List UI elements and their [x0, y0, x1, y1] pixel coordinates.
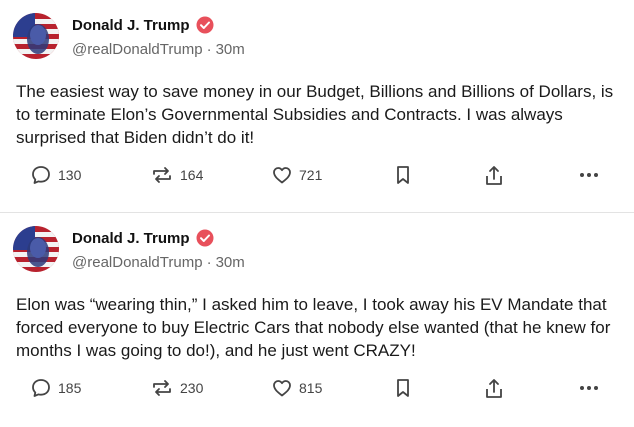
like-button[interactable]: 815: [271, 377, 322, 399]
bookmark-icon: [393, 164, 413, 186]
separator: ·: [206, 41, 212, 58]
separator: ·: [206, 254, 212, 271]
bookmark-icon: [393, 377, 413, 399]
reply-icon: [30, 377, 52, 399]
bookmark-button[interactable]: [393, 164, 413, 186]
share-button[interactable]: [483, 164, 505, 188]
reply-button[interactable]: 130: [30, 164, 81, 186]
repost-button[interactable]: 164: [150, 164, 203, 186]
reply-count: 185: [58, 380, 82, 396]
more-button[interactable]: [578, 377, 600, 399]
reply-count: 130: [58, 167, 82, 183]
share-icon: [483, 164, 505, 188]
repost-count: 164: [180, 167, 204, 183]
action-bar: 130 164 721: [0, 164, 634, 192]
action-bar: 185 230 815: [0, 377, 634, 405]
more-icon: [578, 377, 600, 399]
post: Donald J. Trump @realDonaldTrump · 30m Elo…: [0, 212, 634, 424]
author-name[interactable]: Donald J. Trump: [72, 229, 214, 247]
more-button[interactable]: [578, 164, 600, 186]
handle-row: @realDonaldTrump · 30m: [72, 254, 245, 271]
feed: Donald J. Trump @realDonaldTrump · 30m The…: [0, 0, 634, 427]
repost-button[interactable]: 230: [150, 377, 203, 399]
like-button[interactable]: 721: [271, 164, 322, 186]
timestamp[interactable]: 30m: [216, 254, 245, 271]
handle[interactable]: @realDonaldTrump: [72, 41, 203, 58]
like-icon: [271, 377, 293, 399]
handle-row: @realDonaldTrump · 30m: [72, 41, 245, 58]
repost-icon: [150, 164, 174, 186]
verified-badge-icon: [196, 229, 214, 247]
author-label: Donald J. Trump: [72, 16, 190, 34]
share-icon: [483, 377, 505, 401]
avatar[interactable]: [13, 226, 59, 272]
timestamp[interactable]: 30m: [216, 41, 245, 58]
author-name[interactable]: Donald J. Trump: [72, 16, 214, 34]
post-text: The easiest way to save money in our Bud…: [16, 82, 614, 147]
repost-count: 230: [180, 380, 204, 396]
post-text: Elon was “wearing thin,” I asked him to …: [16, 295, 611, 360]
avatar[interactable]: [13, 13, 59, 59]
verified-badge-icon: [196, 16, 214, 34]
share-button[interactable]: [483, 377, 505, 401]
repost-icon: [150, 377, 174, 399]
post: Donald J. Trump @realDonaldTrump · 30m The…: [0, 0, 634, 212]
like-icon: [271, 164, 293, 186]
reply-icon: [30, 164, 52, 186]
handle[interactable]: @realDonaldTrump: [72, 254, 203, 271]
like-count: 815: [299, 380, 323, 396]
bookmark-button[interactable]: [393, 377, 413, 399]
like-count: 721: [299, 167, 323, 183]
more-icon: [578, 164, 600, 186]
author-label: Donald J. Trump: [72, 229, 190, 247]
reply-button[interactable]: 185: [30, 377, 81, 399]
